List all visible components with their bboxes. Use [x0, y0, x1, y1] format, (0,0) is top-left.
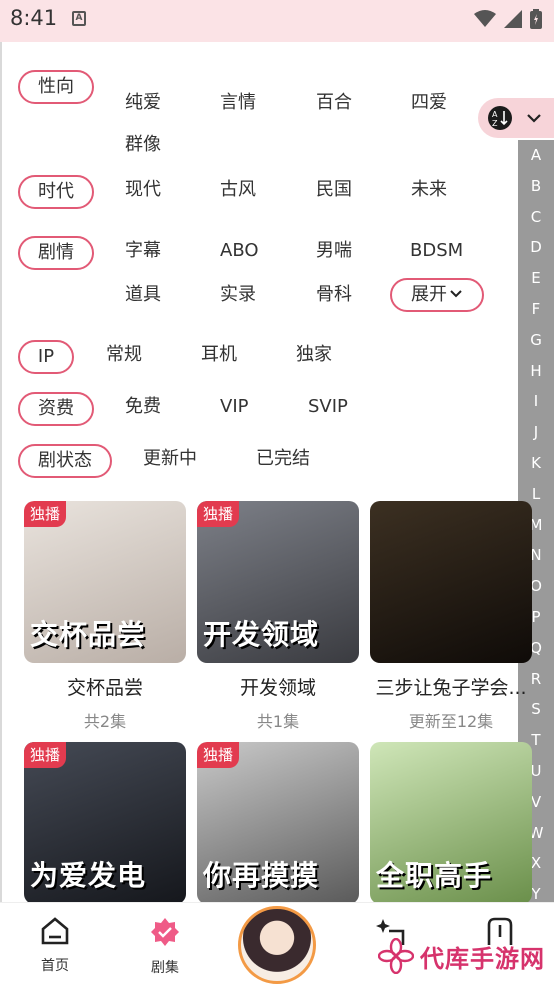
filter-option[interactable]: 民国: [316, 175, 352, 205]
center-avatar-button[interactable]: [238, 906, 316, 984]
drama-cover-image: 独播为爱发电: [24, 742, 186, 904]
alphabet-letter[interactable]: K: [518, 448, 554, 479]
notification-icon: A: [72, 11, 86, 26]
exclusive-badge: 独播: [24, 501, 67, 527]
filter-option[interactable]: SVIP: [308, 392, 348, 422]
alphabet-letter[interactable]: D: [518, 232, 554, 263]
nav-episodes-label: 剧集: [151, 960, 179, 976]
alphabet-letter[interactable]: F: [518, 294, 554, 325]
exclusive-badge: 独播: [197, 742, 240, 768]
filter-option[interactable]: 道具: [125, 280, 161, 310]
wifi-icon: [474, 10, 496, 27]
expand-label: 展开: [411, 284, 447, 305]
cover-title-text: 为爱发电: [30, 859, 147, 892]
filter-category-pill[interactable]: 资费: [18, 392, 94, 426]
sort-az-icon: AZ: [488, 106, 512, 130]
alphabet-letter[interactable]: H: [518, 356, 554, 387]
filter-option[interactable]: 耳机: [201, 340, 237, 370]
cover-title-text: 开发领域: [203, 618, 320, 651]
cover-title-text: 你再摸摸: [203, 859, 320, 892]
expand-button[interactable]: 展开: [390, 278, 484, 312]
alphabet-letter[interactable]: A: [518, 140, 554, 171]
episode-count: 共1集: [256, 712, 300, 731]
drama-cover-image: 独播你再摸摸: [197, 742, 359, 904]
watermark-text: 代库手游网: [420, 944, 545, 973]
filter-option[interactable]: 言情: [220, 88, 256, 118]
filter-category-pill[interactable]: 时代: [18, 175, 94, 209]
filter-option[interactable]: 已完结: [256, 444, 310, 474]
cover-title-text: 交杯品尝: [30, 618, 147, 651]
drama-cover-image: [370, 501, 532, 663]
filter-option[interactable]: 骨科: [316, 280, 352, 310]
alphabet-letter[interactable]: J: [518, 417, 554, 448]
filter-option[interactable]: ABO: [220, 236, 259, 266]
filter-category-pill[interactable]: 剧情: [18, 236, 94, 270]
svg-text:Z: Z: [492, 119, 498, 128]
filter-option[interactable]: 免费: [125, 392, 161, 422]
alphabet-letter[interactable]: G: [518, 325, 554, 356]
filter-option[interactable]: 实录: [220, 280, 256, 310]
svg-text:A: A: [492, 110, 498, 119]
filter-option[interactable]: 现代: [125, 175, 161, 205]
chevron-down-icon: [450, 290, 462, 298]
alphabet-letter[interactable]: B: [518, 171, 554, 202]
filter-category-pill[interactable]: IP: [18, 340, 74, 374]
episode-count: 更新至12集: [408, 712, 494, 731]
exclusive-badge: 独播: [197, 501, 240, 527]
signal-icon: [504, 10, 522, 28]
drama-card[interactable]: 三步让兔子学会... 更新至12集: [370, 501, 532, 732]
status-time: 8:41: [10, 6, 58, 30]
filter-option[interactable]: VIP: [220, 392, 248, 422]
drama-title: 交杯品尝: [66, 677, 143, 699]
filter-option[interactable]: 纯爱: [125, 88, 161, 118]
episode-count: 共2集: [83, 712, 127, 731]
drama-card[interactable]: 独播 开发领域 开发领域 共1集: [197, 501, 359, 732]
alphabet-letter[interactable]: I: [518, 386, 554, 417]
alphabet-letter[interactable]: C: [518, 202, 554, 233]
chevron-down-icon: [527, 114, 541, 123]
cover-title-text: 全职高手: [376, 859, 493, 892]
status-icons: [474, 9, 542, 29]
filter-option[interactable]: 四爱: [411, 88, 447, 118]
filter-category-pill[interactable]: 剧状态: [18, 444, 112, 478]
episodes-icon: [151, 918, 179, 946]
drama-cover-image: 全职高手: [370, 742, 532, 904]
drama-card[interactable]: 全职高手: [370, 742, 532, 904]
drama-title: 开发领域: [239, 677, 316, 699]
filter-option[interactable]: 男喘: [316, 236, 352, 266]
drama-cover-image: 独播开发领域: [197, 501, 359, 663]
nav-home-label: 首页: [41, 958, 69, 974]
drama-card[interactable]: 独播 交杯品尝 交杯品尝 共2集: [24, 501, 186, 732]
drama-card[interactable]: 独播你再摸摸: [197, 742, 359, 904]
filter-option[interactable]: 古风: [220, 175, 256, 205]
status-bar: 8:41 A: [0, 0, 554, 42]
drama-title: 三步让兔子学会...: [375, 677, 527, 699]
alphabet-letter[interactable]: E: [518, 263, 554, 294]
filter-option[interactable]: BDSM: [410, 236, 463, 266]
filter-option[interactable]: 群像: [125, 130, 161, 160]
filter-option[interactable]: 百合: [316, 88, 352, 118]
watermark: 代库手游网: [378, 938, 545, 974]
drama-card[interactable]: 独播为爱发电: [24, 742, 186, 904]
nav-episodes[interactable]: 剧集: [125, 917, 205, 977]
drama-cover-image: 独播交杯品尝: [24, 501, 186, 663]
filter-option[interactable]: 常规: [106, 340, 142, 370]
filter-option[interactable]: 独家: [296, 340, 332, 370]
filter-option[interactable]: 更新中: [143, 444, 197, 474]
filter-option[interactable]: 字幕: [125, 236, 161, 266]
nav-home[interactable]: 首页: [15, 917, 95, 975]
left-edge-divider: [0, 42, 2, 986]
filter-category-pill[interactable]: 性向: [18, 70, 94, 104]
flower-logo-icon: [378, 938, 414, 974]
filter-option[interactable]: 未来: [411, 175, 447, 205]
sort-toggle-button[interactable]: AZ: [478, 98, 554, 138]
exclusive-badge: 独播: [24, 742, 67, 768]
battery-icon: [530, 9, 542, 29]
home-icon: [41, 917, 69, 945]
